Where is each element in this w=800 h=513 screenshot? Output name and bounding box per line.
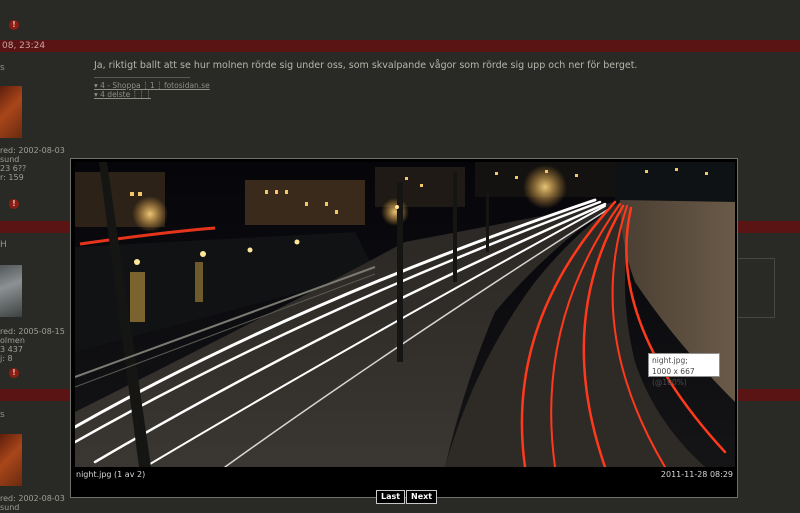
- tooltip-filename: night.jpg;: [652, 356, 688, 365]
- username-initial[interactable]: H: [0, 240, 7, 250]
- image-caption: night.jpg (1 av 2): [76, 470, 146, 479]
- post-header-bar: 08, 23:24: [0, 40, 800, 52]
- next-button[interactable]: Next: [406, 490, 438, 504]
- signature-line-1[interactable]: ▾ 4 - Shoppa ┊ 1 ┊ fotosidan.se: [94, 81, 210, 90]
- username-initial[interactable]: s: [0, 63, 5, 73]
- user-info: red: 2002-08-03 sund 23 6?? r: 159: [0, 146, 65, 182]
- signature-line-2[interactable]: ▾ 4 delste ┊ ┊ ┊: [94, 90, 151, 99]
- signature-divider: [94, 77, 190, 78]
- user-avatar[interactable]: [0, 434, 22, 486]
- user-avatar[interactable]: [0, 86, 22, 138]
- last-button[interactable]: Last: [376, 490, 406, 504]
- alert-icon[interactable]: !: [9, 368, 19, 378]
- night-highway-photo[interactable]: [75, 162, 735, 467]
- user-avatar[interactable]: [0, 265, 22, 317]
- tooltip-dimensions: 1000 x 667 (@100%): [652, 367, 695, 387]
- alert-icon[interactable]: !: [9, 20, 19, 30]
- image-lightbox: night.jpg; 1000 x 667 (@100%) night.jpg …: [70, 158, 738, 498]
- username-initial[interactable]: s: [0, 410, 5, 420]
- image-timestamp: 2011-11-28 08:29: [660, 470, 733, 479]
- user-info: red: 2005-08-15 olmen 3 437 j: 8: [0, 327, 65, 363]
- post-body-text: Ja, riktigt ballt att se hur molnen rörd…: [94, 60, 638, 71]
- user-info: red: 2002-08-03 sund: [0, 494, 65, 512]
- quote-box: [735, 258, 775, 318]
- image-info-tooltip: night.jpg; 1000 x 667 (@100%): [648, 353, 720, 387]
- alert-icon[interactable]: !: [9, 199, 19, 209]
